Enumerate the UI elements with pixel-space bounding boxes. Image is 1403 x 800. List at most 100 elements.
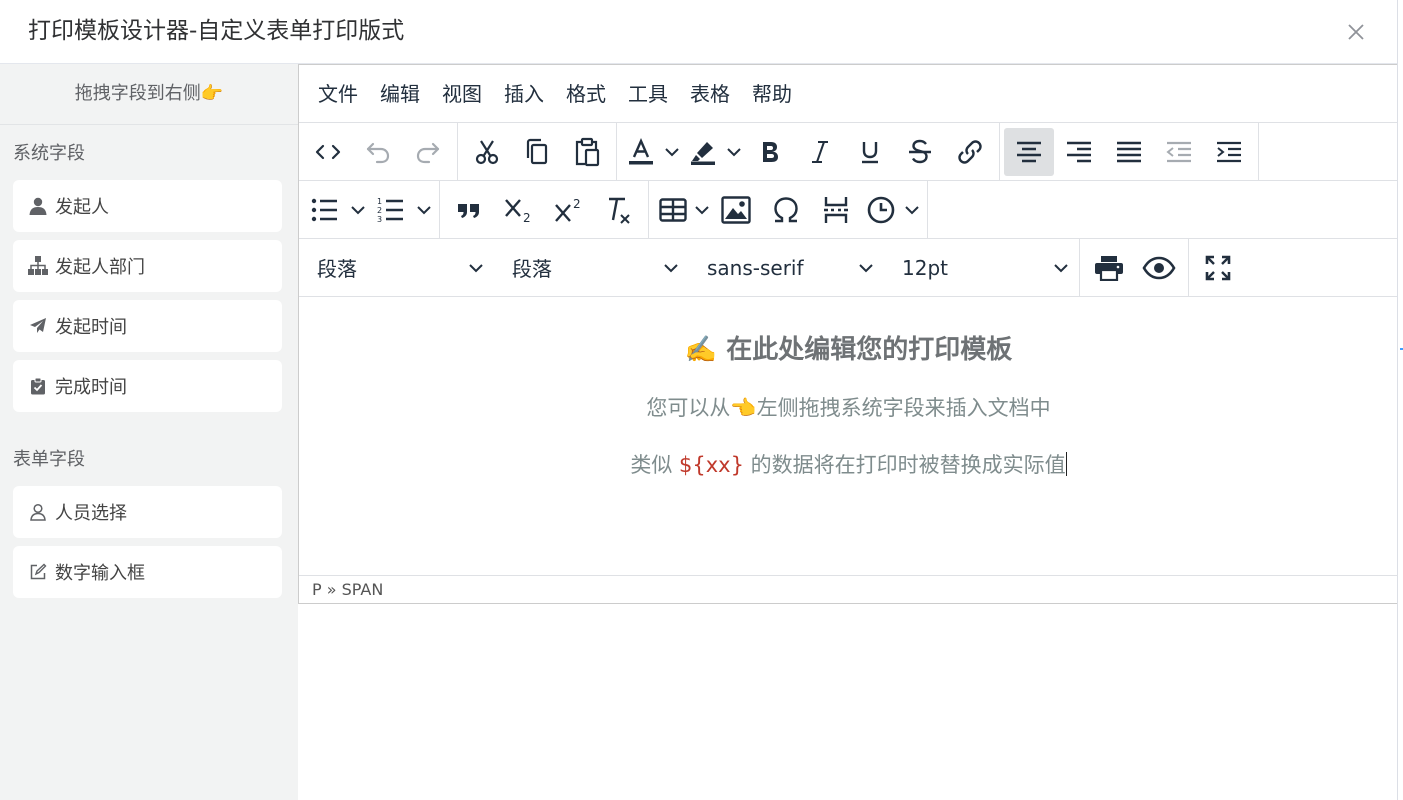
page-break-button[interactable]	[811, 186, 861, 234]
redo-button[interactable]	[403, 128, 453, 176]
align-justify-button[interactable]	[1104, 128, 1154, 176]
special-char-button[interactable]	[761, 186, 811, 234]
align-center-button[interactable]	[1004, 127, 1054, 176]
paragraph-style-value: 段落	[512, 257, 552, 281]
table-dropdown[interactable]	[693, 186, 711, 234]
chevron-down-icon	[665, 147, 679, 156]
outdent-button[interactable]	[1154, 128, 1204, 176]
highlight-button[interactable]	[683, 128, 723, 176]
eye-icon	[1142, 256, 1176, 279]
toolbar-row-2: 123 2 2	[299, 180, 1397, 239]
italic-button[interactable]	[795, 128, 845, 176]
fullscreen-button[interactable]	[1193, 244, 1243, 292]
highlighter-icon	[691, 141, 715, 165]
heading-text: 在此处编辑您的打印模板	[726, 335, 1013, 365]
image-icon	[721, 195, 751, 224]
datetime-button[interactable]	[861, 186, 901, 234]
svg-text:2: 2	[573, 197, 581, 211]
field-initiator[interactable]: 发起人	[13, 180, 282, 232]
field-start-time[interactable]: 发起时间	[13, 300, 282, 352]
copy-button[interactable]	[512, 128, 562, 176]
field-initiator-dept[interactable]: 发起人部门	[13, 240, 282, 292]
strikethrough-button[interactable]	[895, 128, 945, 176]
link-button[interactable]	[945, 128, 995, 176]
toolbar-group-view	[1189, 239, 1247, 297]
preview-button[interactable]	[1134, 244, 1184, 292]
text-color-split	[621, 128, 683, 176]
line2-post: 的数据将在打印时被替换成实际值	[743, 453, 1066, 477]
field-number-input[interactable]: 数字输入框	[13, 546, 282, 598]
menu-table[interactable]: 表格	[679, 78, 741, 110]
editor-content[interactable]: ✍️ 在此处编辑您的打印模板 您可以从👈左侧拖拽系统字段来插入文档中 类似 ${…	[299, 297, 1397, 575]
content-heading[interactable]: ✍️ 在此处编辑您的打印模板	[299, 329, 1398, 366]
element-path-statusbar[interactable]: P » SPAN	[299, 575, 1398, 603]
chevron-down-icon	[1054, 263, 1068, 272]
block-format-select[interactable]: 段落	[299, 244, 494, 292]
cut-button[interactable]	[462, 128, 512, 176]
toolbar-group-align	[1000, 122, 1259, 181]
underline-button[interactable]	[845, 128, 895, 176]
content-line-1[interactable]: 您可以从👈左侧拖拽系统字段来插入文档中	[299, 392, 1398, 422]
line1-post: 左侧拖拽系统字段来插入文档中	[756, 396, 1051, 420]
menu-help[interactable]: 帮助	[741, 78, 803, 110]
menu-insert[interactable]: 插入	[493, 78, 555, 110]
close-icon[interactable]	[1344, 20, 1368, 44]
font-size-select[interactable]: 12pt	[884, 244, 1079, 292]
chevron-down-icon	[351, 205, 365, 214]
toolbar-group-script: 2 2	[440, 180, 649, 239]
align-right-button[interactable]	[1054, 128, 1104, 176]
menu-tools[interactable]: 工具	[617, 78, 679, 110]
menu-file[interactable]: 文件	[307, 78, 369, 110]
toolbar-group-clipboard	[458, 122, 617, 181]
source-code-button[interactable]	[303, 128, 353, 176]
image-button[interactable]	[711, 186, 761, 234]
highlight-dropdown[interactable]	[723, 128, 745, 176]
indent-button[interactable]	[1204, 128, 1254, 176]
bold-button[interactable]	[745, 128, 795, 176]
clear-formatting-button[interactable]	[594, 186, 644, 234]
menu-edit[interactable]: 编辑	[369, 78, 431, 110]
paragraph-style-select[interactable]: 段落	[494, 244, 689, 292]
table-split	[653, 186, 711, 234]
quote-icon	[458, 203, 479, 218]
superscript-icon: 2	[555, 197, 581, 222]
chevron-down-icon	[727, 147, 741, 156]
svg-text:3: 3	[377, 215, 382, 224]
subscript-button[interactable]: 2	[494, 186, 544, 234]
drag-tip-label: 拖拽字段到右侧	[74, 83, 201, 104]
user-solid-icon	[27, 195, 49, 217]
numbered-list-icon: 123	[377, 197, 403, 224]
content-line-2[interactable]: 类似 ${xx} 的数据将在打印时被替换成实际值	[299, 449, 1398, 479]
field-finish-time[interactable]: 完成时间	[13, 360, 282, 412]
field-person-select[interactable]: 人员选择	[13, 486, 282, 538]
outdent-icon	[1166, 141, 1191, 162]
dialog-header: 打印模板设计器-自定义表单打印版式	[0, 0, 1397, 64]
numbered-list-button[interactable]: 123	[369, 186, 413, 234]
print-button[interactable]	[1084, 244, 1134, 292]
text-color-button[interactable]	[621, 128, 661, 176]
text-color-dropdown[interactable]	[661, 128, 683, 176]
writing-hand-icon: ✍️	[684, 335, 718, 365]
chevron-down-icon	[859, 263, 873, 272]
menu-view[interactable]: 视图	[431, 78, 493, 110]
copy-icon	[526, 138, 548, 164]
font-family-select[interactable]: sans-serif	[689, 244, 884, 292]
variable-placeholder: ${xx}	[679, 453, 744, 477]
edit-icon	[27, 561, 49, 583]
bullet-list-dropdown[interactable]	[347, 186, 369, 234]
system-field-list: 发起人 发起人部门 发起时间 完成时间	[0, 180, 298, 412]
user-outline-icon	[27, 501, 49, 523]
blockquote-button[interactable]	[444, 186, 494, 234]
line2-pre: 类似	[630, 453, 680, 477]
superscript-button[interactable]: 2	[544, 186, 594, 234]
numbered-list-dropdown[interactable]	[413, 186, 435, 234]
table-button[interactable]	[653, 186, 693, 234]
datetime-dropdown[interactable]	[901, 186, 923, 234]
bullet-list-button[interactable]	[303, 186, 347, 234]
undo-button[interactable]	[353, 128, 403, 176]
menu-format[interactable]: 格式	[555, 78, 617, 110]
numbered-list-split: 123	[369, 186, 435, 234]
paste-button[interactable]	[562, 128, 612, 176]
bullet-list-icon	[311, 198, 337, 221]
chevron-down-icon	[664, 263, 678, 272]
